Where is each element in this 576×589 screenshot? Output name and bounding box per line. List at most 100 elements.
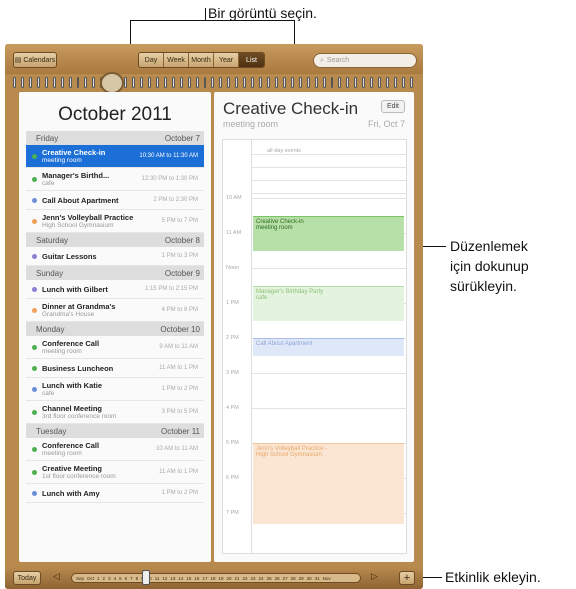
view-tab-year[interactable]: Year [214, 53, 239, 67]
today-button[interactable]: Today [13, 571, 41, 585]
hour-label: 3 PM [226, 370, 239, 376]
binder-ring [195, 76, 199, 88]
scrubber-date[interactable]: 16 [194, 576, 199, 581]
event-row[interactable]: Lunch with Amy 1 PM to 2 PM [26, 484, 204, 503]
scrubber-date[interactable]: Nov [323, 576, 331, 581]
event-time: 1:15 PM to 2:15 PM [144, 286, 198, 292]
scrubber-date[interactable]: 17 [202, 576, 207, 581]
scrubber-date[interactable]: 1 [97, 576, 100, 581]
date-scrubber[interactable]: SepOct1234567891011121314151617181920212… [71, 573, 361, 583]
timeline-event[interactable]: Creative Check-in meeting room [253, 215, 404, 251]
calendar-color-dot [32, 365, 37, 371]
event-row[interactable]: Creative Check-in meeting room 10:30 AM to… [26, 145, 204, 168]
event-text: Lunch with Katie cafe [42, 381, 142, 397]
binder-ring [68, 76, 72, 88]
event-row[interactable]: Channel Meeting 3rd floor conference room… [26, 401, 204, 424]
event-time: 12:30 PM to 1:30 PM [141, 176, 198, 182]
prev-arrow-icon[interactable]: ◁ [53, 571, 60, 582]
allday-line [251, 167, 406, 168]
event-row[interactable]: Dinner at Grandma's Grandma's House 4 PM t… [26, 299, 204, 322]
add-event-button[interactable]: + [399, 571, 415, 585]
scrubber-date[interactable]: 12 [162, 576, 167, 581]
binder-ring [60, 76, 64, 88]
scrubber-date[interactable]: 24 [259, 576, 264, 581]
scrubber-date[interactable]: 2 [103, 576, 106, 581]
scrubber-date[interactable]: 21 [235, 576, 240, 581]
scrubber-date[interactable]: 5 [119, 576, 122, 581]
hour-label: 7 PM [226, 510, 239, 516]
calendar-color-dot [32, 197, 37, 203]
calendar-color-dot [32, 153, 37, 159]
binder-ring [274, 76, 278, 88]
scrubber-date[interactable]: 26 [275, 576, 280, 581]
scrubber-date[interactable]: 31 [315, 576, 320, 581]
timeline-event-location: meeting room [256, 224, 293, 231]
hour-line [251, 198, 406, 199]
scrubber-date[interactable]: 18 [210, 576, 215, 581]
view-tab-list[interactable]: List [239, 53, 264, 67]
view-tab-week[interactable]: Week [164, 53, 189, 67]
binder-ring [306, 76, 310, 88]
hour-label: 1 PM [226, 300, 239, 306]
view-tab-day[interactable]: Day [139, 53, 164, 67]
event-text: Lunch with Gilbert [42, 285, 142, 294]
scrubber-date[interactable]: 11 [155, 576, 160, 581]
event-row[interactable]: Lunch with Gilbert 1:15 PM to 2:15 PM [26, 280, 204, 299]
event-row[interactable]: Guitar Lessons 1 PM to 3 PM [26, 247, 204, 266]
scrubber-date[interactable]: 19 [218, 576, 223, 581]
binder-ring [259, 76, 262, 88]
binder-ring [267, 76, 270, 88]
scrubber-date[interactable]: 22 [243, 576, 248, 581]
event-row[interactable]: Conference Call meeting room 9 AM to 11 AM [26, 336, 204, 359]
event-row[interactable]: Conference Call meeting room 10 AM to 11 A… [26, 438, 204, 461]
binder-ring [163, 76, 167, 88]
calendar-color-dot [32, 409, 37, 415]
scrubber-date[interactable]: 4 [114, 576, 117, 581]
scrubber-date[interactable]: 27 [283, 576, 288, 581]
scrubber-date[interactable]: 8 [136, 576, 139, 581]
event-row[interactable]: Lunch with Katie cafe 1 PM to 2 PM [26, 378, 204, 401]
scrubber-date[interactable]: 15 [186, 576, 191, 581]
scrubber-date[interactable]: 25 [267, 576, 272, 581]
event-row[interactable]: Call About Apartment 2 PM to 2:30 PM [26, 191, 204, 210]
scrubber-date[interactable]: 14 [178, 576, 183, 581]
edit-button[interactable]: Edit [380, 100, 405, 113]
next-arrow-icon[interactable]: ▷ [371, 571, 378, 582]
event-row[interactable]: Jenn's Volleyball Practice High School Gy… [26, 210, 204, 233]
binder-ring [20, 76, 24, 88]
scrubber-date[interactable]: 29 [299, 576, 304, 581]
scrubber-date[interactable]: Oct [87, 576, 94, 581]
timeline-event[interactable]: Jenn's Volleyball Practice - High School … [253, 443, 404, 524]
scrubber-date[interactable]: 28 [291, 576, 296, 581]
scrubber-thumb[interactable] [142, 570, 150, 585]
binder-ring [92, 76, 96, 88]
calendars-button[interactable]: ▤ Calendars [13, 52, 57, 68]
calendar-color-dot [32, 386, 37, 392]
toolbar: ▤ Calendars Day Week Month Year List ⌕ Searc… [5, 44, 423, 74]
scrubber-date[interactable]: 3 [108, 576, 111, 581]
calendar-color-dot [32, 286, 37, 292]
scrubber-date[interactable]: 20 [226, 576, 231, 581]
scrubber-date[interactable]: Sep [76, 576, 84, 581]
callout-drag-edit: Düzenlemek için dokunup sürükleyin. [450, 238, 529, 294]
calendar-color-dot [32, 469, 37, 475]
binder-ring [314, 76, 318, 88]
event-row[interactable]: Business Luncheon 11 AM to 1 PM [26, 359, 204, 378]
event-row[interactable]: Manager's Birthd... cafe 12:30 PM to 1:30 … [26, 168, 204, 191]
timeline-event[interactable]: Call About Apartment [253, 338, 404, 356]
scrubber-date[interactable]: 6 [125, 576, 128, 581]
scrubber-date[interactable]: 30 [307, 576, 312, 581]
timeline-event[interactable]: Manager's Birthday Party cafe [253, 285, 404, 321]
search-input[interactable]: ⌕ Search [313, 53, 417, 68]
view-tab-month[interactable]: Month [189, 53, 214, 67]
event-row[interactable]: Creative Meeting 1st floor conference roo… [26, 461, 204, 484]
binder-ring [52, 76, 56, 88]
event-time: 9 AM to 11 AM [159, 344, 198, 350]
scrubber-date[interactable]: 23 [251, 576, 256, 581]
hour-label: 6 PM [226, 475, 239, 481]
scrubber-date[interactable]: 13 [170, 576, 175, 581]
binder-ring [370, 76, 374, 88]
scrubber-date[interactable]: 7 [130, 576, 133, 581]
event-time: 5 PM to 7 PM [161, 218, 198, 224]
day-timeline[interactable]: all-day events 10 AM 11 AM Noon 1 PM 2 PM 3 P… [222, 139, 407, 554]
